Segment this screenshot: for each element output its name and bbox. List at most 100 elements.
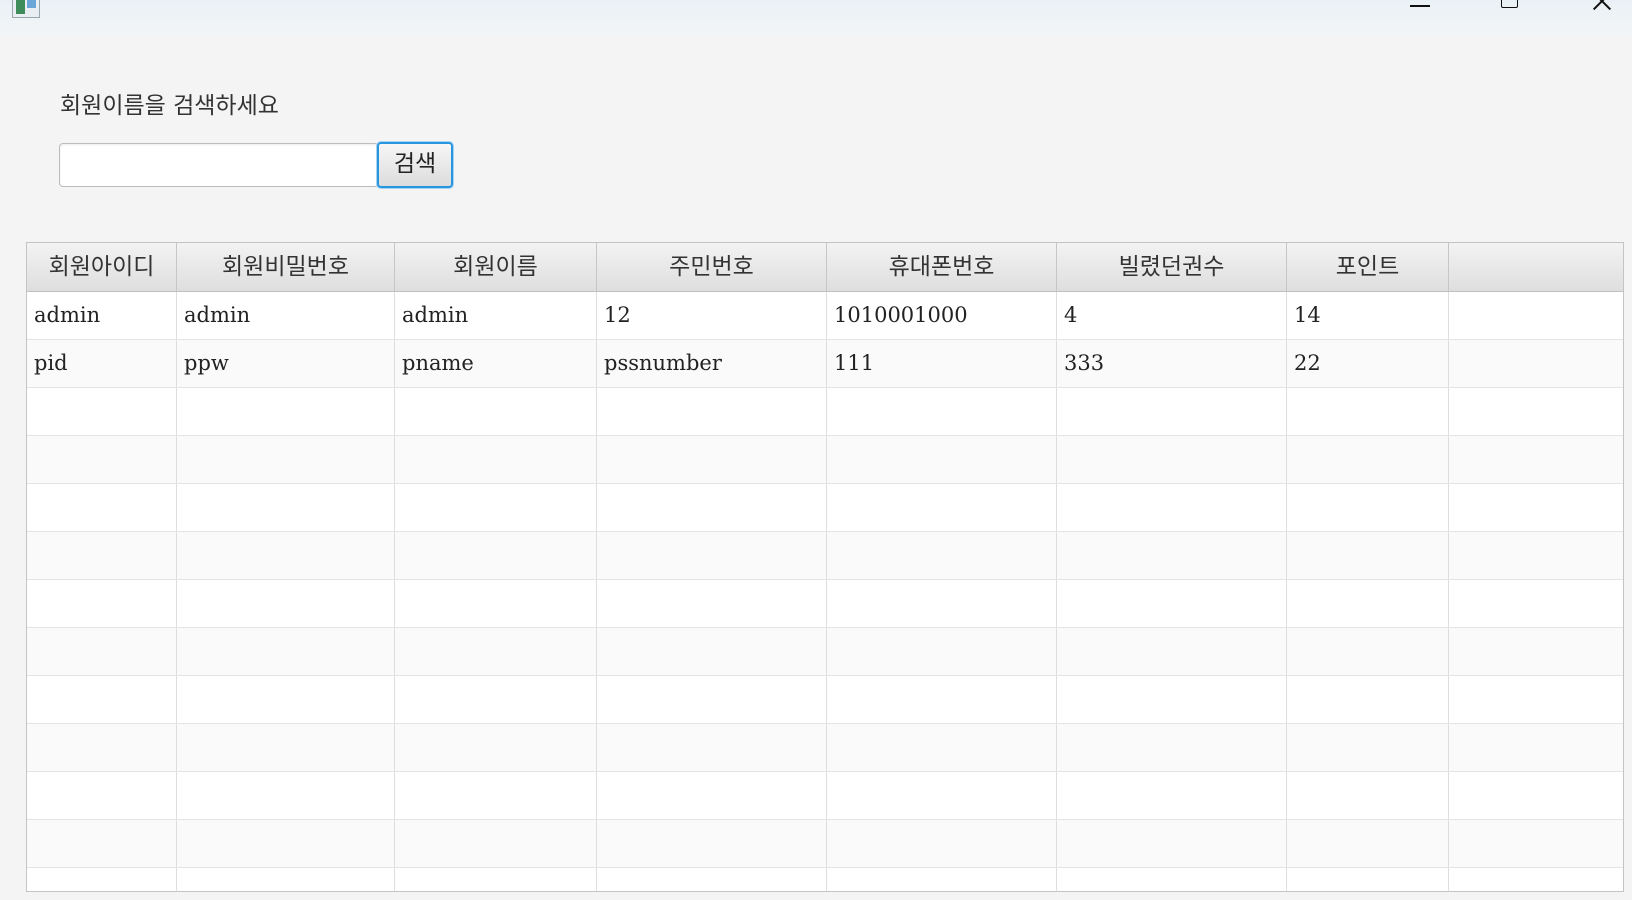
empty-cell: [1057, 724, 1287, 771]
empty-cell: [827, 436, 1057, 483]
empty-cell: [827, 532, 1057, 579]
empty-cell: [1057, 532, 1287, 579]
empty-cell: [395, 436, 597, 483]
empty-cell: [1287, 436, 1449, 483]
cell-phone-number[interactable]: 111: [827, 340, 1057, 387]
column-header-member-id[interactable]: 회원아이디: [27, 243, 177, 291]
cell-resident-number[interactable]: pssnumber: [597, 340, 827, 387]
empty-cell: [1449, 868, 1623, 891]
empty-cell: [1057, 436, 1287, 483]
empty-cell: [177, 580, 395, 627]
empty-table-row: [27, 676, 1623, 724]
empty-cell: [395, 628, 597, 675]
empty-cell: [177, 484, 395, 531]
search-button[interactable]: 검색: [377, 142, 453, 188]
minimize-icon[interactable]: [1400, 0, 1440, 20]
column-header-borrowed-count[interactable]: 빌렸던권수: [1057, 243, 1287, 291]
empty-cell: [1057, 484, 1287, 531]
empty-cell: [177, 676, 395, 723]
cell-member-password[interactable]: ppw: [177, 340, 395, 387]
empty-cell: [395, 820, 597, 867]
empty-cell: [177, 628, 395, 675]
member-name-search-input[interactable]: [59, 143, 379, 187]
empty-cell: [1449, 820, 1623, 867]
cell-member-password[interactable]: admin: [177, 292, 395, 339]
empty-cell: [395, 484, 597, 531]
search-label: 회원이름을 검색하세요: [60, 93, 279, 119]
empty-cell: [395, 532, 597, 579]
column-header-member-password[interactable]: 회원비밀번호: [177, 243, 395, 291]
column-header-member-name[interactable]: 회원이름: [395, 243, 597, 291]
empty-cell: [1057, 580, 1287, 627]
empty-cell: [1287, 724, 1449, 771]
cell-resident-number[interactable]: 12: [597, 292, 827, 339]
cell-member-id[interactable]: admin: [27, 292, 177, 339]
empty-cell: [597, 628, 827, 675]
empty-cell: [177, 820, 395, 867]
empty-cell: [395, 868, 597, 891]
cell-points[interactable]: 22: [1287, 340, 1449, 387]
cell-member-name[interactable]: admin: [395, 292, 597, 339]
empty-table-row: [27, 772, 1623, 820]
empty-cell: [27, 868, 177, 891]
empty-cell: [1287, 772, 1449, 819]
cell-phone-number[interactable]: 1010001000: [827, 292, 1057, 339]
empty-cell: [395, 724, 597, 771]
empty-cell: [1287, 484, 1449, 531]
empty-cell: [827, 628, 1057, 675]
table-header: 회원아이디 회원비밀번호 회원이름 주민번호 휴대폰번호 빌렸던권수 포인트: [27, 243, 1623, 292]
member-table[interactable]: 회원아이디 회원비밀번호 회원이름 주민번호 휴대폰번호 빌렸던권수 포인트 a…: [26, 242, 1624, 892]
column-header-resident-number[interactable]: 주민번호: [597, 243, 827, 291]
column-header-points[interactable]: 포인트: [1287, 243, 1449, 291]
empty-cell: [1287, 628, 1449, 675]
empty-cell: [597, 388, 827, 435]
table-row[interactable]: pid ppw pname pssnumber 111 333 22: [27, 340, 1623, 388]
empty-cell: [1449, 628, 1623, 675]
empty-cell: [177, 388, 395, 435]
empty-cell: [1057, 868, 1287, 891]
empty-cell: [27, 772, 177, 819]
empty-cell: [177, 436, 395, 483]
empty-cell: [597, 676, 827, 723]
empty-cell: [27, 628, 177, 675]
column-header-phone-number[interactable]: 휴대폰번호: [827, 243, 1057, 291]
cell-member-id[interactable]: pid: [27, 340, 177, 387]
empty-cell: [27, 388, 177, 435]
empty-cell: [827, 580, 1057, 627]
empty-cell: [1057, 772, 1287, 819]
empty-cell: [177, 724, 395, 771]
empty-cell: [827, 724, 1057, 771]
column-header-filler: [1449, 243, 1623, 291]
empty-cell: [1449, 772, 1623, 819]
empty-cell: [827, 772, 1057, 819]
empty-table-row: [27, 532, 1623, 580]
cell-borrowed-count[interactable]: 333: [1057, 340, 1287, 387]
empty-cell: [395, 580, 597, 627]
empty-cell: [827, 484, 1057, 531]
empty-cell: [1057, 628, 1287, 675]
empty-cell: [597, 436, 827, 483]
empty-table-row: [27, 388, 1623, 436]
title-bar: [0, 0, 1632, 36]
cell-member-name[interactable]: pname: [395, 340, 597, 387]
empty-table-row: [27, 580, 1623, 628]
empty-table-row: [27, 628, 1623, 676]
empty-cell: [1057, 388, 1287, 435]
table-row[interactable]: admin admin admin 12 1010001000 4 14: [27, 292, 1623, 340]
cell-points[interactable]: 14: [1287, 292, 1449, 339]
empty-cell: [597, 532, 827, 579]
empty-cell: [27, 676, 177, 723]
empty-cell: [597, 868, 827, 891]
close-icon[interactable]: [1582, 0, 1622, 20]
empty-cell: [827, 388, 1057, 435]
empty-cell: [27, 436, 177, 483]
empty-cell: [597, 484, 827, 531]
empty-cell: [1057, 676, 1287, 723]
empty-cell: [1449, 532, 1623, 579]
table-body: admin admin admin 12 1010001000 4 14 pid…: [27, 292, 1623, 891]
empty-cell: [597, 820, 827, 867]
empty-cell: [827, 868, 1057, 891]
empty-cell: [395, 388, 597, 435]
maximize-icon[interactable]: [1490, 0, 1530, 20]
cell-borrowed-count[interactable]: 4: [1057, 292, 1287, 339]
